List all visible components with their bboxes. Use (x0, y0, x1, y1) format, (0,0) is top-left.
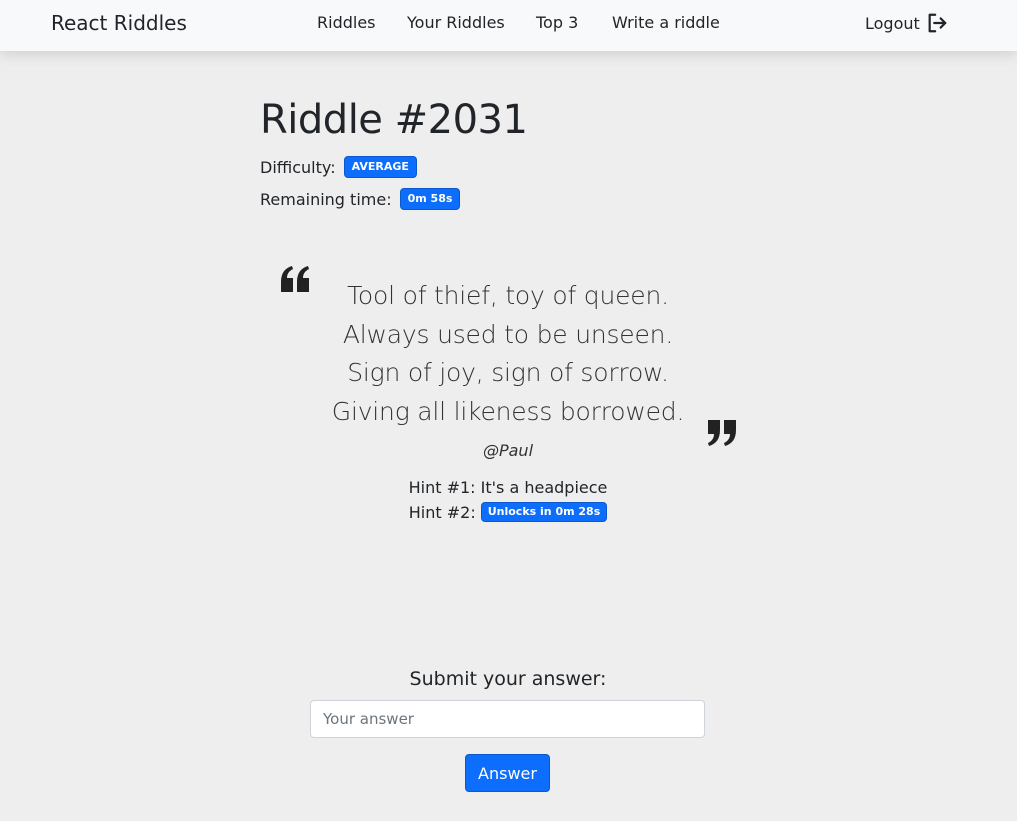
remaining-time-label: Remaining time: (260, 189, 392, 209)
hint-2-label: Hint #2: (408, 502, 476, 522)
nav-riddles[interactable]: Riddles (317, 13, 376, 32)
riddle-line: Always used to be unseen. (342, 319, 674, 349)
nav-write-riddle[interactable]: Write a riddle (612, 13, 720, 32)
riddle-text: Tool of thief, toy of queen. Always used… (308, 277, 708, 432)
hint-2: Hint #2: Unlocks in 0m 28s (308, 502, 708, 522)
hint-1-label: Hint #1: (408, 478, 476, 497)
hint-1-text: It's a headpiece (480, 478, 608, 497)
brand-link[interactable]: React Riddles (51, 11, 187, 35)
submit-answer-title: Submit your answer: (409, 668, 607, 690)
navbar: React Riddles Riddles Your Riddles Top 3… (0, 0, 1017, 51)
riddle-line: Sign of joy, sign of sorrow. (347, 358, 669, 388)
answer-button[interactable]: Answer (465, 754, 550, 792)
nav-your-riddles[interactable]: Your Riddles (407, 13, 505, 32)
riddle-line: Giving all likeness borrowed. (331, 397, 685, 427)
answer-input[interactable] (310, 700, 705, 738)
open-quote-icon (281, 266, 309, 292)
hint-2-unlock-badge: Unlocks in 0m 28s (480, 502, 608, 522)
difficulty-label: Difficulty: (260, 157, 336, 177)
remaining-time-badge: 0m 58s (399, 188, 461, 210)
hint-1: Hint #1: It's a headpiece (308, 478, 708, 497)
page-title: Riddle #2031 (260, 97, 528, 143)
close-quote-icon (708, 420, 736, 446)
difficulty-row: Difficulty: AVERAGE (260, 156, 417, 178)
remaining-time-row: Remaining time: 0m 58s (260, 188, 461, 210)
logout-label: Logout (865, 13, 920, 33)
riddle-author: @Paul (482, 441, 534, 460)
logout-button[interactable]: Logout (865, 12, 948, 34)
logout-icon (928, 13, 947, 33)
nav-top-3[interactable]: Top 3 (536, 13, 578, 32)
difficulty-badge: AVERAGE (343, 156, 417, 178)
riddle-line: Tool of thief, toy of queen. (347, 281, 669, 310)
